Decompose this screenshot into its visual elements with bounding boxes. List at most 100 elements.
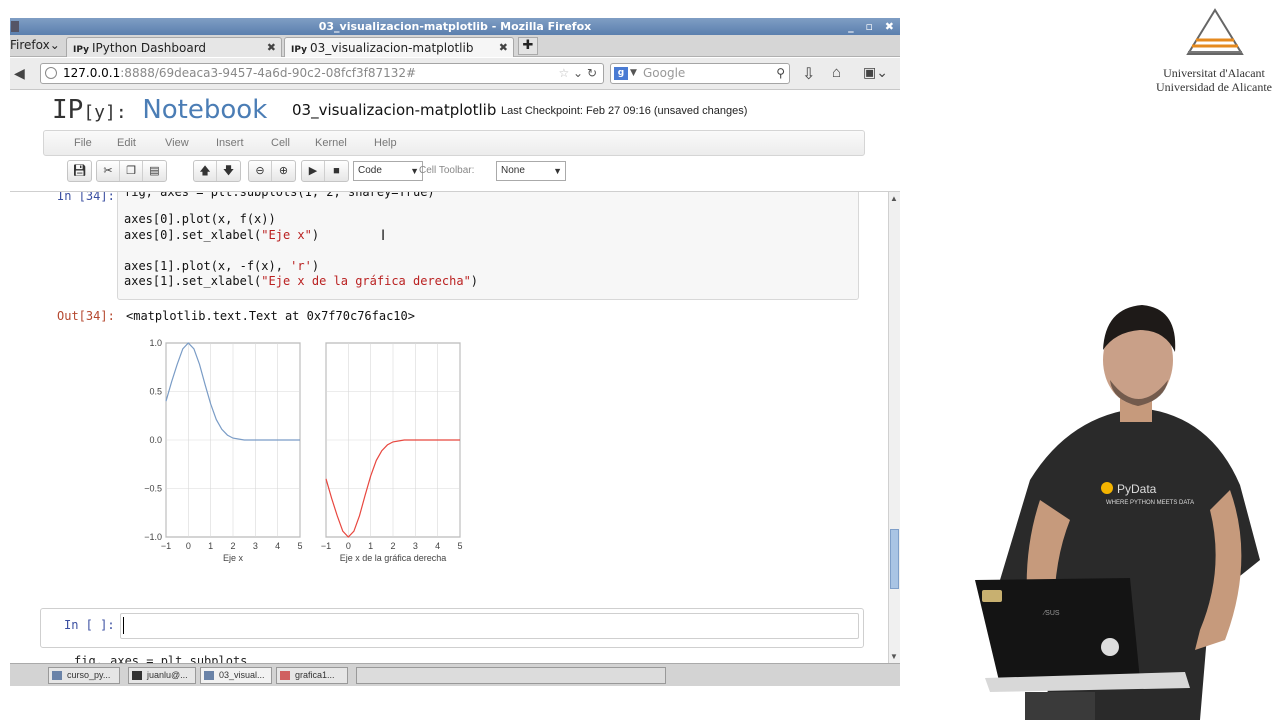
addon-icon[interactable]: ▣⌄: [863, 64, 888, 81]
x-tick-label: 3: [413, 541, 418, 551]
tab-label: 03_visualizacion-matplotlib: [309, 41, 474, 55]
x-tick-label: 2: [230, 541, 235, 551]
insert-below-icon[interactable]: ⊕: [272, 161, 295, 181]
taskbar-item[interactable]: curso_py...: [48, 667, 120, 684]
reload-icon[interactable]: ↻: [587, 66, 597, 80]
google-icon[interactable]: g: [614, 67, 628, 80]
notebook-name[interactable]: 03_visualizacion-matplotlib: [292, 101, 496, 119]
laptop-sticker-icon: [982, 590, 1002, 602]
home-icon[interactable]: ⌂: [832, 64, 841, 81]
move-down-icon[interactable]: 🡇︎: [217, 161, 240, 181]
firefox-menu-button[interactable]: Firefox⌄: [10, 38, 60, 52]
shirt-tagline: WHERE PYTHON MEETS DATA: [1106, 500, 1194, 506]
url-bar[interactable]: 127.0.0.1:8888/69deaca3-9457-4a6d-90c2-0…: [40, 63, 604, 84]
back-arrow-icon[interactable]: ◀: [14, 65, 25, 82]
taskbar-label: grafica1...: [295, 670, 335, 680]
scroll-up-icon[interactable]: ▲: [890, 194, 898, 203]
taskbar-item[interactable]: 03_visual...: [200, 667, 272, 684]
tab-notebook[interactable]: IPy 03_visualizacion-matplotlib ✖: [284, 37, 514, 57]
copy-icon[interactable]: ❐: [120, 161, 143, 181]
taskbar: curso_py... juanlu@... 03_visual... graf…: [10, 663, 900, 686]
chevron-down-icon: ▼: [553, 166, 562, 176]
cell-input-area[interactable]: [120, 613, 859, 639]
menu-edit[interactable]: Edit: [117, 137, 136, 149]
save-icon[interactable]: 💾︎: [68, 161, 91, 181]
editor-icon: [280, 671, 290, 680]
close-icon[interactable]: ✖: [499, 41, 508, 54]
cell-toolbar-select[interactable]: None ▼: [496, 161, 566, 181]
university-name: Universitat d'Alacant Universidad de Ali…: [1140, 66, 1280, 94]
notebook-area[interactable]: In [34]: fig, axes = plt.subplots(1, 2, …: [10, 191, 900, 663]
globe-icon: [45, 67, 57, 79]
menu-cell[interactable]: Cell: [271, 137, 290, 149]
browser-window: 03_visualizacion-matplotlib - Mozilla Fi…: [10, 18, 900, 686]
logo-notebook: Notebook: [142, 95, 268, 125]
notebook-toolbar: 💾︎ ✂ ❐ ▤ 🡅︎ 🡇︎ ⊖ ⊕ ▶ ■ Code ▼ Cell Toolba…: [43, 156, 865, 190]
menu-file[interactable]: File: [74, 137, 92, 149]
code-cell[interactable]: fig, axes = plt.subplots(1, 2, sharey=Tr…: [117, 191, 859, 300]
checkpoint-status: Last Checkpoint: Feb 27 09:16 (unsaved c…: [501, 105, 748, 117]
close-icon[interactable]: ✖: [267, 41, 276, 54]
chevron-down-icon[interactable]: ⌄: [573, 66, 583, 80]
menu-insert[interactable]: Insert: [216, 137, 244, 149]
firefox-menu-label: Firefox: [10, 38, 50, 52]
y-tick-label: 1.0: [149, 338, 162, 348]
tab-ipython-dashboard[interactable]: IPy IPython Dashboard ✖: [66, 37, 282, 57]
run-icon[interactable]: ▶: [302, 161, 325, 181]
shirt-brand: PyData: [1117, 482, 1157, 496]
x-tick-label: −1: [321, 541, 331, 551]
menu-kernel[interactable]: Kernel: [315, 137, 347, 149]
move-up-icon[interactable]: 🡅︎: [194, 161, 217, 181]
cut-icon[interactable]: ✂: [97, 161, 120, 181]
search-bar[interactable]: g ▼ Google ⚲: [610, 63, 790, 84]
input-prompt: In [34]:: [57, 191, 115, 203]
y-tick-label: 0.0: [149, 435, 162, 445]
tab-bar: Firefox⌄ IPy IPython Dashboard ✖ IPy 03_vi…: [10, 35, 900, 57]
x-tick-label: 4: [435, 541, 440, 551]
notebook-menubar: File Edit View Insert Cell Kernel Help: [43, 130, 865, 156]
next-cell-code: fig, axes = plt.subplots: [74, 654, 248, 663]
text-caret: [123, 617, 124, 634]
menu-view[interactable]: View: [165, 137, 189, 149]
y-tick-label: 0.5: [149, 387, 162, 397]
clipboard-group: ✂ ❐ ▤: [96, 160, 167, 182]
tab-label: IPython Dashboard: [91, 41, 207, 55]
taskbar-label: 03_visual...: [219, 670, 265, 680]
university-name-line: Universitat d'Alacant: [1163, 66, 1265, 80]
code-token: axes[1].set_xlabel(: [124, 274, 262, 288]
insert-above-icon[interactable]: ⊖: [249, 161, 272, 181]
app-icon: [11, 21, 19, 32]
run-group: ▶ ■: [301, 160, 349, 182]
x-tick-label: −1: [161, 541, 171, 551]
output-text: <matplotlib.text.Text at 0x7f70c76fac10>: [126, 309, 415, 323]
paste-icon[interactable]: ▤: [143, 161, 166, 181]
stop-icon[interactable]: ■: [325, 161, 348, 181]
menu-help[interactable]: Help: [374, 137, 397, 149]
window-controls[interactable]: _ ▫ ✖: [848, 18, 898, 35]
code-token: ): [470, 274, 479, 288]
scrollbar[interactable]: ▲ ▼: [888, 192, 900, 663]
cell-type-select[interactable]: Code ▼: [353, 161, 423, 181]
mouse-text-cursor-icon: I: [381, 228, 386, 244]
new-tab-button[interactable]: ✚: [518, 37, 538, 55]
url-controls: ☆ ⌄ ↻: [558, 64, 597, 83]
code-line: axes[0].plot(x, f(x)): [124, 212, 276, 226]
x-tick-label: 3: [253, 541, 258, 551]
taskbar-item[interactable]: grafica1...: [276, 667, 348, 684]
code-line: fig, axes = plt.subplots(1, 2, sharey=Tr…: [124, 191, 435, 199]
chevron-down-icon: ▼: [410, 166, 419, 176]
taskbar-label: curso_py...: [67, 670, 111, 680]
insert-group: ⊖ ⊕: [248, 160, 296, 182]
x-tick-label: 0: [346, 541, 351, 551]
cell-toolbar-value: None: [501, 165, 525, 176]
chevron-down-icon[interactable]: ▼: [630, 64, 637, 83]
search-icon[interactable]: ⚲: [776, 64, 785, 83]
bookmark-star-icon[interactable]: ☆: [558, 66, 569, 80]
taskbar-label: juanlu@...: [147, 670, 188, 680]
scrollbar-thumb[interactable]: [890, 529, 899, 589]
laptop-sticker-icon: [1101, 638, 1119, 656]
ipython-logo[interactable]: IP[y]: Notebook: [52, 95, 267, 125]
taskbar-item[interactable]: juanlu@...: [128, 667, 196, 684]
scroll-down-icon[interactable]: ▼: [890, 652, 898, 661]
download-icon[interactable]: ⇩: [802, 64, 815, 84]
